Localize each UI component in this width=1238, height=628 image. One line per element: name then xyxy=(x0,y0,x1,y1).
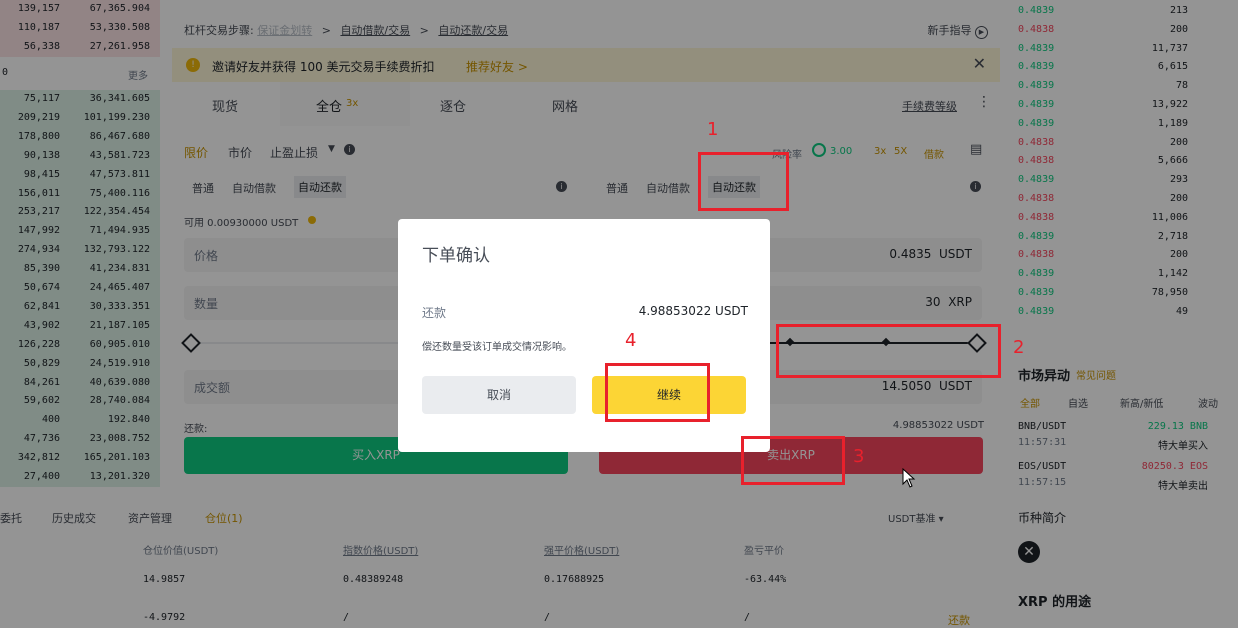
cancel-button[interactable]: 取消 xyxy=(422,376,576,414)
annotation-box-1 xyxy=(698,152,789,211)
dialog-title: 下单确认 xyxy=(422,246,490,266)
mouse-cursor-icon xyxy=(902,468,916,488)
dialog-repay-label: 还款 xyxy=(422,306,447,320)
annotation-box-2 xyxy=(776,324,1001,378)
annotation-box-3 xyxy=(741,436,845,485)
annotation-label-4: 4 xyxy=(625,330,637,351)
order-confirm-dialog: 下单确认 还款 4.98853022 USDT 偿还数量受该订单成交情况影响。 … xyxy=(398,219,770,452)
annotation-label-2: 2 xyxy=(1013,337,1025,358)
dialog-note: 偿还数量受该订单成交情况影响。 xyxy=(422,342,572,353)
dialog-repay-value: 4.98853022 USDT xyxy=(638,304,748,318)
annotation-label-3: 3 xyxy=(853,446,865,467)
annotation-box-4 xyxy=(605,363,710,422)
annotation-label-1: 1 xyxy=(707,119,719,140)
